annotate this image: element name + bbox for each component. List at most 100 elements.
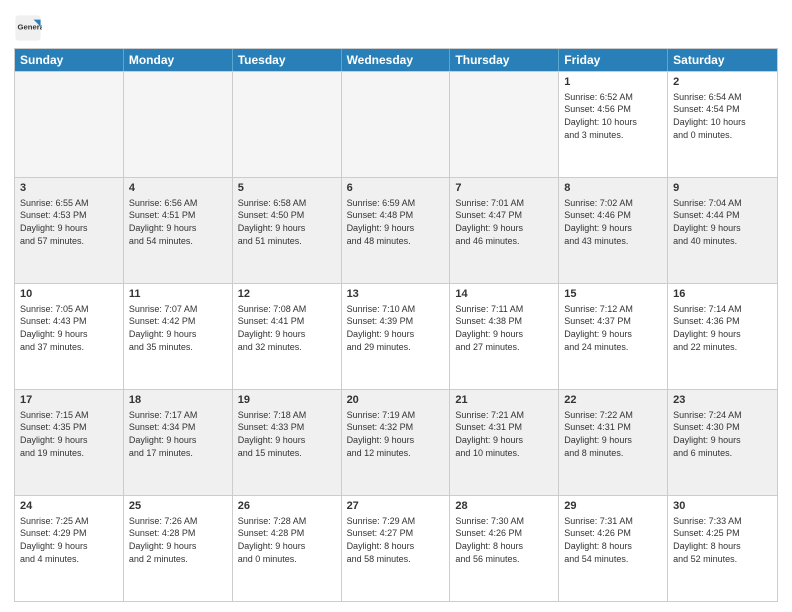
calendar-body: 1Sunrise: 6:52 AM Sunset: 4:56 PM Daylig… — [15, 71, 777, 601]
cal-cell-4-0: 24Sunrise: 7:25 AM Sunset: 4:29 PM Dayli… — [15, 496, 124, 601]
cal-cell-3-5: 22Sunrise: 7:22 AM Sunset: 4:31 PM Dayli… — [559, 390, 668, 495]
cal-cell-4-5: 29Sunrise: 7:31 AM Sunset: 4:26 PM Dayli… — [559, 496, 668, 601]
cal-cell-0-4 — [450, 72, 559, 177]
cal-cell-1-0: 3Sunrise: 6:55 AM Sunset: 4:53 PM Daylig… — [15, 178, 124, 283]
day-header-wednesday: Wednesday — [342, 49, 451, 71]
cell-info: Sunrise: 6:56 AM Sunset: 4:51 PM Dayligh… — [129, 197, 227, 247]
day-number: 6 — [347, 181, 445, 196]
calendar: SundayMondayTuesdayWednesdayThursdayFrid… — [14, 48, 778, 602]
cal-cell-2-1: 11Sunrise: 7:07 AM Sunset: 4:42 PM Dayli… — [124, 284, 233, 389]
cell-info: Sunrise: 7:02 AM Sunset: 4:46 PM Dayligh… — [564, 197, 662, 247]
day-number: 29 — [564, 499, 662, 514]
day-number: 22 — [564, 393, 662, 408]
day-number: 20 — [347, 393, 445, 408]
day-number: 28 — [455, 499, 553, 514]
cal-cell-2-2: 12Sunrise: 7:08 AM Sunset: 4:41 PM Dayli… — [233, 284, 342, 389]
cal-cell-4-2: 26Sunrise: 7:28 AM Sunset: 4:28 PM Dayli… — [233, 496, 342, 601]
cell-info: Sunrise: 7:29 AM Sunset: 4:27 PM Dayligh… — [347, 515, 445, 565]
logo: General — [14, 14, 44, 42]
cell-info: Sunrise: 7:14 AM Sunset: 4:36 PM Dayligh… — [673, 303, 772, 353]
cal-cell-3-6: 23Sunrise: 7:24 AM Sunset: 4:30 PM Dayli… — [668, 390, 777, 495]
cal-cell-0-2 — [233, 72, 342, 177]
calendar-row-0: 1Sunrise: 6:52 AM Sunset: 4:56 PM Daylig… — [15, 71, 777, 177]
cal-cell-0-3 — [342, 72, 451, 177]
day-number: 27 — [347, 499, 445, 514]
cal-cell-2-3: 13Sunrise: 7:10 AM Sunset: 4:39 PM Dayli… — [342, 284, 451, 389]
cell-info: Sunrise: 7:30 AM Sunset: 4:26 PM Dayligh… — [455, 515, 553, 565]
cell-info: Sunrise: 7:04 AM Sunset: 4:44 PM Dayligh… — [673, 197, 772, 247]
cell-info: Sunrise: 7:01 AM Sunset: 4:47 PM Dayligh… — [455, 197, 553, 247]
cell-info: Sunrise: 7:07 AM Sunset: 4:42 PM Dayligh… — [129, 303, 227, 353]
cell-info: Sunrise: 7:28 AM Sunset: 4:28 PM Dayligh… — [238, 515, 336, 565]
day-header-monday: Monday — [124, 49, 233, 71]
day-header-sunday: Sunday — [15, 49, 124, 71]
cal-cell-4-6: 30Sunrise: 7:33 AM Sunset: 4:25 PM Dayli… — [668, 496, 777, 601]
cell-info: Sunrise: 7:17 AM Sunset: 4:34 PM Dayligh… — [129, 409, 227, 459]
calendar-row-4: 24Sunrise: 7:25 AM Sunset: 4:29 PM Dayli… — [15, 495, 777, 601]
calendar-row-2: 10Sunrise: 7:05 AM Sunset: 4:43 PM Dayli… — [15, 283, 777, 389]
cell-info: Sunrise: 6:54 AM Sunset: 4:54 PM Dayligh… — [673, 91, 772, 141]
day-number: 30 — [673, 499, 772, 514]
cal-cell-2-6: 16Sunrise: 7:14 AM Sunset: 4:36 PM Dayli… — [668, 284, 777, 389]
day-number: 11 — [129, 287, 227, 302]
cell-info: Sunrise: 7:11 AM Sunset: 4:38 PM Dayligh… — [455, 303, 553, 353]
cal-cell-4-4: 28Sunrise: 7:30 AM Sunset: 4:26 PM Dayli… — [450, 496, 559, 601]
cell-info: Sunrise: 7:31 AM Sunset: 4:26 PM Dayligh… — [564, 515, 662, 565]
cal-cell-0-0 — [15, 72, 124, 177]
page: General SundayMondayTuesdayWednesdayThur… — [0, 0, 792, 612]
cal-cell-3-3: 20Sunrise: 7:19 AM Sunset: 4:32 PM Dayli… — [342, 390, 451, 495]
day-number: 10 — [20, 287, 118, 302]
day-number: 14 — [455, 287, 553, 302]
day-number: 18 — [129, 393, 227, 408]
cal-cell-1-1: 4Sunrise: 6:56 AM Sunset: 4:51 PM Daylig… — [124, 178, 233, 283]
day-number: 9 — [673, 181, 772, 196]
day-number: 19 — [238, 393, 336, 408]
day-number: 8 — [564, 181, 662, 196]
cell-info: Sunrise: 7:25 AM Sunset: 4:29 PM Dayligh… — [20, 515, 118, 565]
cell-info: Sunrise: 7:33 AM Sunset: 4:25 PM Dayligh… — [673, 515, 772, 565]
cell-info: Sunrise: 7:26 AM Sunset: 4:28 PM Dayligh… — [129, 515, 227, 565]
cal-cell-3-4: 21Sunrise: 7:21 AM Sunset: 4:31 PM Dayli… — [450, 390, 559, 495]
cal-cell-4-1: 25Sunrise: 7:26 AM Sunset: 4:28 PM Dayli… — [124, 496, 233, 601]
logo-icon: General — [14, 14, 42, 42]
header: General — [14, 10, 778, 42]
cell-info: Sunrise: 7:18 AM Sunset: 4:33 PM Dayligh… — [238, 409, 336, 459]
cell-info: Sunrise: 6:59 AM Sunset: 4:48 PM Dayligh… — [347, 197, 445, 247]
cell-info: Sunrise: 7:12 AM Sunset: 4:37 PM Dayligh… — [564, 303, 662, 353]
cal-cell-3-2: 19Sunrise: 7:18 AM Sunset: 4:33 PM Dayli… — [233, 390, 342, 495]
cal-cell-1-5: 8Sunrise: 7:02 AM Sunset: 4:46 PM Daylig… — [559, 178, 668, 283]
cal-cell-1-4: 7Sunrise: 7:01 AM Sunset: 4:47 PM Daylig… — [450, 178, 559, 283]
cal-cell-1-3: 6Sunrise: 6:59 AM Sunset: 4:48 PM Daylig… — [342, 178, 451, 283]
day-number: 7 — [455, 181, 553, 196]
cell-info: Sunrise: 7:21 AM Sunset: 4:31 PM Dayligh… — [455, 409, 553, 459]
cell-info: Sunrise: 7:08 AM Sunset: 4:41 PM Dayligh… — [238, 303, 336, 353]
day-number: 21 — [455, 393, 553, 408]
cal-cell-1-6: 9Sunrise: 7:04 AM Sunset: 4:44 PM Daylig… — [668, 178, 777, 283]
day-number: 25 — [129, 499, 227, 514]
day-number: 16 — [673, 287, 772, 302]
day-number: 23 — [673, 393, 772, 408]
cell-info: Sunrise: 6:52 AM Sunset: 4:56 PM Dayligh… — [564, 91, 662, 141]
cal-cell-0-6: 2Sunrise: 6:54 AM Sunset: 4:54 PM Daylig… — [668, 72, 777, 177]
day-number: 24 — [20, 499, 118, 514]
cal-cell-0-1 — [124, 72, 233, 177]
cell-info: Sunrise: 6:58 AM Sunset: 4:50 PM Dayligh… — [238, 197, 336, 247]
day-header-thursday: Thursday — [450, 49, 559, 71]
day-header-tuesday: Tuesday — [233, 49, 342, 71]
day-number: 2 — [673, 75, 772, 90]
cal-cell-2-5: 15Sunrise: 7:12 AM Sunset: 4:37 PM Dayli… — [559, 284, 668, 389]
day-number: 1 — [564, 75, 662, 90]
cell-info: Sunrise: 7:05 AM Sunset: 4:43 PM Dayligh… — [20, 303, 118, 353]
day-number: 3 — [20, 181, 118, 196]
calendar-row-1: 3Sunrise: 6:55 AM Sunset: 4:53 PM Daylig… — [15, 177, 777, 283]
day-number: 26 — [238, 499, 336, 514]
day-number: 12 — [238, 287, 336, 302]
cell-info: Sunrise: 7:10 AM Sunset: 4:39 PM Dayligh… — [347, 303, 445, 353]
cell-info: Sunrise: 7:22 AM Sunset: 4:31 PM Dayligh… — [564, 409, 662, 459]
cal-cell-1-2: 5Sunrise: 6:58 AM Sunset: 4:50 PM Daylig… — [233, 178, 342, 283]
cal-cell-2-0: 10Sunrise: 7:05 AM Sunset: 4:43 PM Dayli… — [15, 284, 124, 389]
day-number: 13 — [347, 287, 445, 302]
day-number: 17 — [20, 393, 118, 408]
cell-info: Sunrise: 7:24 AM Sunset: 4:30 PM Dayligh… — [673, 409, 772, 459]
day-number: 4 — [129, 181, 227, 196]
